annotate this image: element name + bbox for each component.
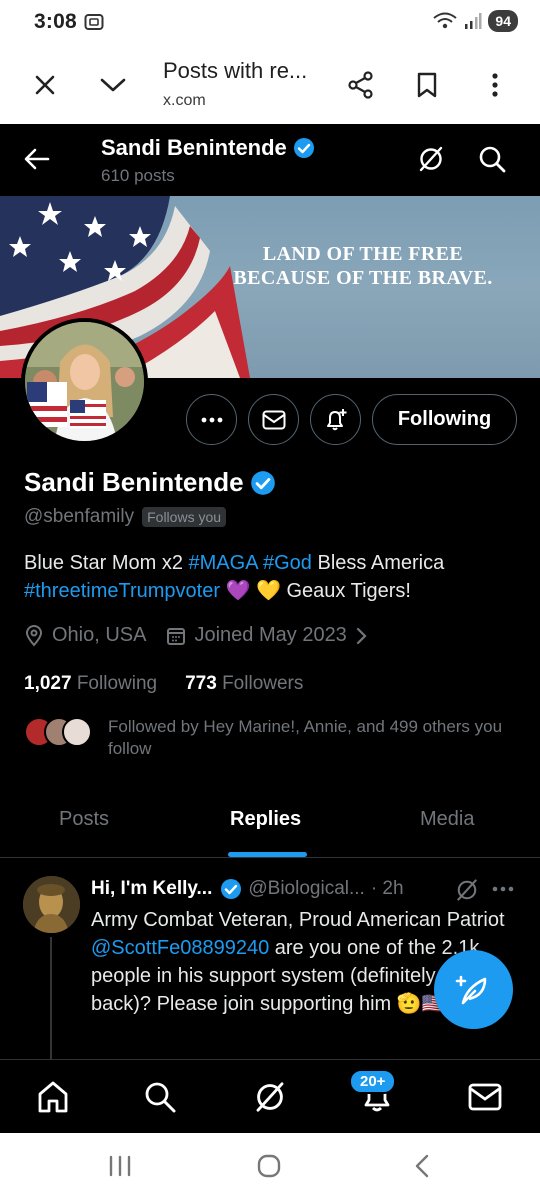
post-time: · 2h bbox=[370, 878, 404, 899]
followers-count-link[interactable]: 773 Followers bbox=[185, 673, 303, 695]
battery-indicator: 94 bbox=[488, 10, 518, 32]
compose-button[interactable] bbox=[434, 950, 513, 1029]
bottom-navigation: 20+ bbox=[0, 1059, 540, 1133]
thread-line bbox=[50, 937, 52, 1059]
search-icon[interactable] bbox=[477, 144, 507, 174]
grok-icon[interactable] bbox=[416, 144, 446, 174]
profile-handle: @sbenfamily bbox=[24, 506, 135, 527]
home-icon[interactable] bbox=[34, 1078, 72, 1116]
mention-link[interactable]: @ScottFe08899240 bbox=[91, 937, 269, 959]
header-name: Sandi Benintende bbox=[101, 135, 287, 160]
grok-icon[interactable] bbox=[251, 1078, 289, 1116]
tab-media[interactable]: Media bbox=[420, 808, 474, 831]
grok-icon[interactable] bbox=[454, 877, 480, 903]
tab-replies[interactable]: Replies bbox=[230, 808, 301, 831]
signal-icon bbox=[464, 12, 482, 30]
hashtag-link[interactable]: #God bbox=[263, 552, 312, 574]
banner-line-1: LAND OF THE FREE bbox=[262, 243, 464, 265]
follows-you-badge: Follows you bbox=[142, 507, 227, 527]
more-horizontal-icon[interactable] bbox=[492, 886, 514, 892]
hashtag-link[interactable]: #MAGA bbox=[189, 552, 258, 574]
post-author-handle: @Biological... bbox=[248, 878, 365, 899]
tab-posts[interactable]: Posts bbox=[59, 808, 109, 831]
more-horizontal-icon bbox=[201, 417, 223, 423]
browser-toolbar: Posts with re... x.com bbox=[0, 46, 540, 124]
browser-url[interactable]: x.com bbox=[163, 92, 206, 110]
more-options-button[interactable] bbox=[186, 394, 237, 445]
banner-line-2: BECAUSE OF THE BRAVE. bbox=[233, 267, 493, 289]
bookmark-icon[interactable] bbox=[410, 68, 444, 102]
browser-page-title: Posts with re... bbox=[163, 58, 308, 83]
home-button-icon[interactable] bbox=[256, 1153, 282, 1179]
verified-badge-icon bbox=[220, 878, 242, 900]
post-author-avatar[interactable] bbox=[23, 876, 80, 933]
verified-badge-icon bbox=[293, 137, 315, 159]
profile-header: Sandi Benintende 610 posts bbox=[0, 124, 540, 196]
profile-location: Ohio, USA bbox=[52, 624, 147, 646]
location-pin-icon bbox=[24, 624, 44, 647]
profile-avatar[interactable] bbox=[21, 318, 148, 445]
post-author-name[interactable]: Hi, I'm Kelly... bbox=[91, 878, 212, 900]
envelope-icon[interactable] bbox=[466, 1078, 504, 1116]
joined-date-link[interactable]: Joined May 2023 bbox=[166, 624, 367, 647]
hashtag-link[interactable]: #threetimeTrumpvoter bbox=[24, 580, 220, 602]
close-icon[interactable] bbox=[28, 68, 62, 102]
wifi-icon bbox=[432, 11, 458, 31]
bell-plus-icon bbox=[323, 407, 349, 433]
screenshot-icon bbox=[84, 13, 104, 31]
chevron-right-icon bbox=[355, 626, 367, 646]
message-button[interactable] bbox=[248, 394, 299, 445]
back-icon[interactable] bbox=[410, 1153, 436, 1179]
envelope-icon bbox=[262, 410, 286, 430]
profile-joined: Joined May 2023 bbox=[194, 624, 347, 646]
back-arrow-icon[interactable] bbox=[20, 142, 54, 176]
status-bar: 3:08 94 bbox=[0, 0, 540, 46]
share-icon[interactable] bbox=[344, 68, 378, 102]
active-tab-indicator bbox=[228, 852, 307, 857]
more-vertical-icon[interactable] bbox=[478, 68, 512, 102]
system-navigation bbox=[0, 1133, 540, 1200]
follower-avatar bbox=[62, 717, 92, 747]
followed-by-row[interactable]: Followed by Hey Marine!, Annie, and 499 … bbox=[24, 715, 502, 758]
profile-name: Sandi Benintende bbox=[24, 467, 244, 497]
notify-button[interactable] bbox=[310, 394, 361, 445]
calendar-icon bbox=[166, 626, 186, 646]
chevron-down-icon[interactable] bbox=[96, 68, 130, 102]
recent-apps-icon[interactable] bbox=[107, 1153, 133, 1179]
search-icon[interactable] bbox=[141, 1078, 179, 1116]
compose-feather-icon bbox=[455, 971, 493, 1009]
profile-meta: Ohio, USA Joined May 2023 bbox=[24, 624, 367, 647]
followed-by-text: Followed by Hey Marine!, Annie, and 499 … bbox=[108, 717, 503, 758]
following-count-link[interactable]: 1,027 Following bbox=[24, 673, 157, 695]
status-time: 3:08 bbox=[34, 10, 77, 33]
profile-bio: Blue Star Mom x2 #MAGA #God Bless Americ… bbox=[24, 552, 445, 602]
verified-badge-icon bbox=[250, 470, 276, 496]
profile-tabs: Posts Replies Media bbox=[0, 790, 540, 858]
notifications-badge: 20+ bbox=[349, 1069, 397, 1094]
post-count: 610 posts bbox=[101, 166, 175, 185]
following-button[interactable]: Following bbox=[372, 394, 517, 445]
